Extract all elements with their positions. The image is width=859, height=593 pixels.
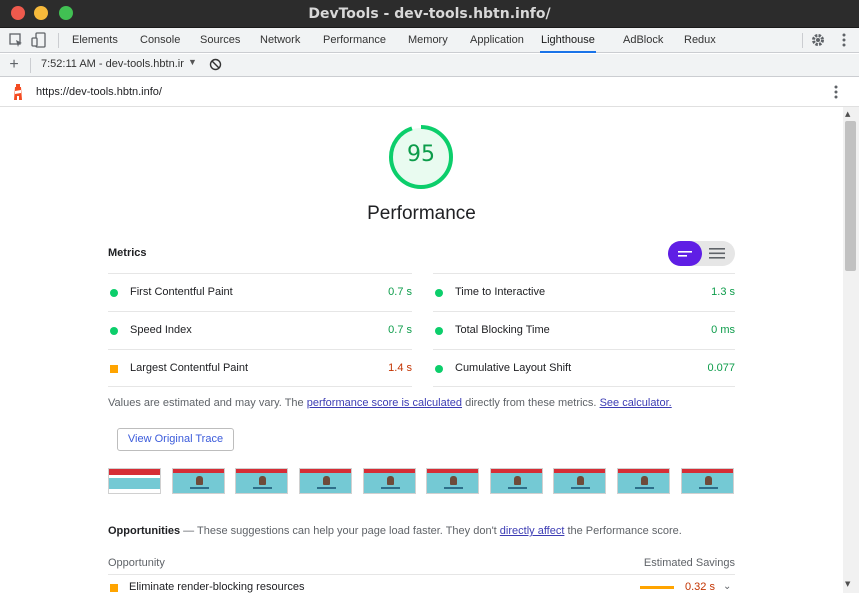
pass-status-icon (110, 327, 118, 335)
metric-label: Largest Contentful Paint (130, 362, 249, 374)
metric-label: Cumulative Layout Shift (455, 362, 572, 374)
tab-network[interactable]: Network (260, 28, 300, 53)
tab-redux[interactable]: Redux (684, 28, 716, 53)
filmstrip-frame (172, 468, 225, 494)
gear-icon[interactable] (810, 32, 826, 48)
long-lines-icon[interactable] (709, 248, 725, 259)
tab-elements[interactable]: Elements (72, 28, 118, 53)
lighthouse-report: 95 Performance Metrics First Contentful … (0, 107, 843, 593)
toggle-summary-option[interactable] (668, 241, 702, 266)
savings-bar (640, 586, 674, 589)
filmstrip-frame (681, 468, 734, 494)
toolbar-divider (58, 33, 59, 48)
toolbar-divider (30, 58, 31, 73)
opportunities-description: Opportunities — These suggestions can he… (108, 525, 682, 537)
tab-adblock[interactable]: AdBlock (623, 28, 663, 53)
average-status-icon (110, 365, 118, 373)
scrollbar-thumb[interactable] (845, 121, 856, 271)
tab-sources[interactable]: Sources (200, 28, 240, 53)
metrics-disclaimer: Values are estimated and may vary. The p… (108, 397, 672, 409)
tab-lighthouse[interactable]: Lighthouse (540, 28, 596, 53)
performance-score: 95 (407, 142, 435, 167)
savings-column-header: Estimated Savings (643, 557, 735, 569)
pass-status-icon (435, 327, 443, 335)
metric-label: First Contentful Paint (130, 286, 233, 298)
filmstrip-frame (553, 468, 606, 494)
pass-status-icon (435, 289, 443, 297)
more-options-icon[interactable] (836, 32, 852, 48)
opportunities-text: the Performance score. (564, 525, 682, 537)
metric-largest-contentful-paint: Largest Contentful Paint 1.4 s (108, 349, 412, 387)
see-calculator-link[interactable]: See calculator. (600, 397, 672, 409)
lighthouse-logo-icon (14, 84, 22, 100)
metric-value: 0.7 s (388, 324, 412, 336)
window-titlebar: DevTools - dev-tools.hbtn.info/ (0, 0, 859, 28)
metric-value: 1.4 s (388, 362, 412, 374)
score-calculation-link[interactable]: performance score is calculated (307, 397, 462, 409)
metric-label: Speed Index (130, 324, 192, 336)
metric-value: 1.3 s (711, 286, 735, 298)
opportunity-label: Eliminate render-blocking resources (129, 581, 305, 593)
filmstrip-frame (235, 468, 288, 494)
metric-speed-index: Speed Index 0.7 s (108, 311, 412, 349)
chevron-down-icon[interactable]: ▼ (188, 57, 197, 67)
report-url: https://dev-tools.hbtn.info/ (36, 86, 162, 98)
metric-cumulative-layout-shift: Cumulative Layout Shift 0.077 (433, 349, 735, 387)
opportunity-column-header: Opportunity (108, 557, 165, 569)
tab-application[interactable]: Application (470, 28, 524, 53)
report-select[interactable]: 7:52:11 AM - dev-tools.hbtn.ir (41, 58, 184, 70)
window-title: DevTools - dev-tools.hbtn.info/ (308, 6, 551, 22)
tab-console[interactable]: Console (140, 28, 180, 53)
scroll-down-icon[interactable]: ▼ (845, 580, 850, 588)
directly-affect-link[interactable]: directly affect (500, 525, 565, 537)
metric-first-contentful-paint: First Contentful Paint 0.7 s (108, 273, 412, 311)
metric-total-blocking-time: Total Blocking Time 0 ms (433, 311, 735, 349)
opportunities-table-header: Opportunity Estimated Savings (108, 557, 735, 575)
filmstrip-frame (617, 468, 670, 494)
savings-value: 0.32 s (685, 581, 715, 593)
toolbar-divider (802, 33, 803, 48)
clear-reports-icon[interactable] (209, 58, 222, 71)
short-lines-icon (678, 251, 692, 257)
filmstrip-frame (490, 468, 543, 494)
filmstrip-frame (299, 468, 352, 494)
disclaimer-text: directly from these metrics. (462, 397, 600, 409)
opportunities-title: Opportunities (108, 525, 181, 537)
tab-memory[interactable]: Memory (408, 28, 448, 53)
disclaimer-text: Values are estimated and may vary. The (108, 397, 307, 409)
report-menu-icon[interactable] (834, 85, 838, 99)
view-original-trace-button[interactable]: View Original Trace (117, 428, 234, 451)
pass-status-icon (110, 289, 118, 297)
filmstrip (108, 468, 738, 496)
metric-value: 0 ms (711, 324, 735, 336)
device-toolbar-icon[interactable] (31, 32, 47, 48)
lighthouse-toolbar: + 7:52:11 AM - dev-tools.hbtn.ir ▼ (0, 54, 859, 77)
category-title: Performance (367, 203, 476, 224)
new-report-button[interactable]: + (4, 56, 24, 74)
metric-value: 0.077 (707, 362, 735, 374)
filmstrip-frame (426, 468, 479, 494)
filmstrip-frame (363, 468, 416, 494)
scroll-up-icon[interactable]: ▲ (845, 110, 850, 118)
metrics-heading: Metrics (108, 247, 147, 259)
metric-time-to-interactive: Time to Interactive 1.3 s (433, 273, 735, 311)
opportunity-row[interactable]: Eliminate render-blocking resources 0.32… (108, 581, 735, 593)
devtools-tabbar: Elements Console Sources Network Perform… (0, 28, 859, 53)
metrics-view-toggle[interactable] (668, 241, 735, 266)
opportunities-text: — These suggestions can help your page l… (180, 525, 500, 537)
inspect-element-icon[interactable] (8, 32, 24, 48)
report-url-bar: https://dev-tools.hbtn.info/ (0, 78, 859, 107)
pass-status-icon (435, 365, 443, 373)
chevron-down-icon[interactable]: ⌄ (723, 581, 731, 592)
average-status-icon (110, 584, 118, 592)
filmstrip-frame (108, 468, 161, 494)
metric-label: Total Blocking Time (455, 324, 550, 336)
tab-performance[interactable]: Performance (323, 28, 386, 53)
metric-label: Time to Interactive (455, 286, 546, 298)
metric-value: 0.7 s (388, 286, 412, 298)
